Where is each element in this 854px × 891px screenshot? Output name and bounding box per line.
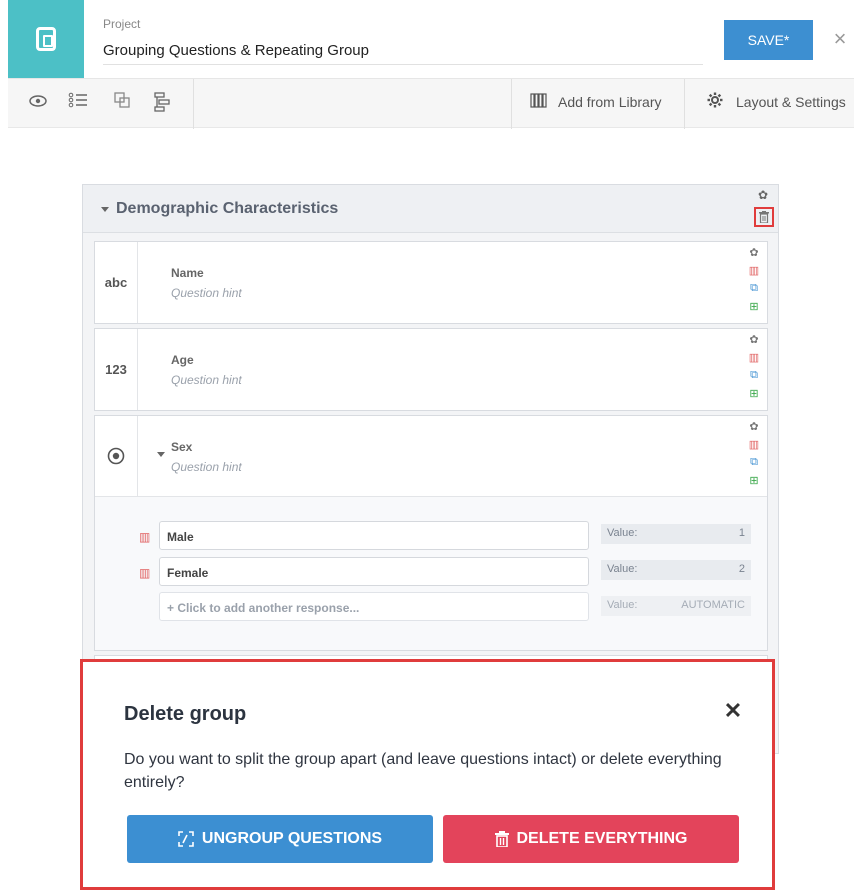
question-hint[interactable]: Question hint (171, 460, 242, 474)
save-button[interactable]: SAVE* (724, 20, 813, 60)
copy-icon[interactable]: ⧉ (750, 369, 758, 382)
project-label: Project (103, 17, 141, 31)
gear-icon[interactable]: ✿ (749, 333, 758, 346)
add-below-icon[interactable]: ⊞ (749, 300, 758, 313)
add-from-library-button[interactable]: Add from Library (558, 94, 661, 110)
group-delete-button[interactable] (754, 207, 774, 227)
gear-icon[interactable]: ✿ (749, 246, 758, 259)
delete-label: DELETE EVERYTHING (516, 830, 688, 847)
question-card[interactable]: Sex Question hint ✿ ▥ ⧉ ⊞ ▥ Male Value: … (94, 415, 768, 651)
close-icon[interactable]: × (829, 28, 851, 50)
eye-icon[interactable] (26, 92, 50, 114)
group-header[interactable]: Demographic Characteristics ✿ (83, 185, 778, 233)
gear-icon[interactable]: ✿ (749, 420, 758, 433)
question-name[interactable]: Age (171, 353, 194, 367)
list-icon[interactable] (66, 92, 90, 114)
question-actions: ✿ ▥ ⧉ ⊞ (747, 420, 761, 487)
chevron-down-icon[interactable] (101, 207, 109, 212)
response-value: Value: AUTOMATIC (601, 596, 751, 616)
ungroup-icon (178, 831, 194, 847)
toolbar-divider (193, 79, 194, 129)
trash-icon[interactable]: ▥ (139, 566, 150, 580)
copy-group-icon[interactable] (110, 92, 134, 114)
number-type-icon: 123 (95, 329, 138, 410)
trash-icon[interactable]: ▥ (749, 264, 759, 277)
question-actions: ✿ ▥ ⧉ ⊞ (747, 333, 761, 400)
trash-icon (759, 211, 769, 223)
value-number: AUTOMATIC (681, 599, 745, 611)
ungroup-questions-button[interactable]: UNGROUP QUESTIONS (127, 815, 433, 863)
select-one-icon (95, 416, 138, 496)
question-name[interactable]: Name (171, 266, 204, 280)
trash-icon[interactable]: ▥ (139, 530, 150, 544)
toolbar: Add from Library Layout & Settings (8, 78, 854, 129)
response-input[interactable]: Female (159, 557, 589, 586)
question-name[interactable]: Sex (171, 440, 192, 454)
delete-group-dialog: Delete group ✕ Do you want to split the … (80, 659, 775, 890)
value-label: Value: (607, 599, 638, 611)
add-below-icon[interactable]: ⊞ (749, 387, 758, 400)
question-hint[interactable]: Question hint (171, 373, 242, 387)
project-title-input[interactable]: Grouping Questions & Repeating Group (103, 37, 703, 65)
group-title[interactable]: Demographic Characteristics (116, 200, 338, 218)
tree-icon[interactable] (150, 92, 174, 114)
trash-icon[interactable]: ▥ (749, 351, 759, 364)
question-card[interactable]: abc Name Question hint ✿ ▥ ⧉ ⊞ (94, 241, 768, 324)
copy-icon[interactable]: ⧉ (750, 282, 758, 295)
chevron-down-icon[interactable] (157, 452, 165, 457)
toolbar-divider (511, 79, 512, 129)
gear-icon[interactable]: ✿ (758, 188, 768, 202)
ungroup-label: UNGROUP QUESTIONS (201, 830, 383, 847)
question-actions: ✿ ▥ ⧉ ⊞ (747, 246, 761, 313)
value-label: Value: (607, 563, 638, 575)
app-logo[interactable] (8, 0, 84, 78)
response-value[interactable]: Value: 1 (601, 524, 751, 544)
gear-icon[interactable] (703, 92, 727, 114)
close-icon[interactable]: ✕ (722, 700, 744, 722)
form-icon (36, 27, 56, 51)
layout-settings-button[interactable]: Layout & Settings (736, 94, 846, 110)
toolbar-divider (684, 79, 685, 129)
question-card[interactable]: 123 Age Question hint ✿ ▥ ⧉ ⊞ (94, 328, 768, 411)
trash-icon[interactable]: ▥ (749, 438, 759, 451)
question-hint[interactable]: Question hint (171, 286, 242, 300)
value-number: 1 (738, 527, 745, 539)
dialog-message: Do you want to split the group apart (an… (124, 751, 722, 791)
response-value[interactable]: Value: 2 (601, 560, 751, 580)
delete-everything-button[interactable]: DELETE EVERYTHING (443, 815, 739, 863)
add-response-input[interactable]: + Click to add another response... (159, 592, 589, 621)
library-icon[interactable] (527, 92, 551, 114)
response-input[interactable]: Male (159, 521, 589, 550)
add-below-icon[interactable]: ⊞ (749, 474, 758, 487)
trash-icon (494, 831, 509, 847)
app-header: Project Grouping Questions & Repeating G… (0, 0, 854, 78)
value-number: 2 (738, 563, 745, 575)
copy-icon[interactable]: ⧉ (750, 456, 758, 469)
value-label: Value: (607, 527, 638, 539)
dialog-title: Delete group (124, 703, 247, 725)
text-type-icon: abc (95, 242, 138, 323)
